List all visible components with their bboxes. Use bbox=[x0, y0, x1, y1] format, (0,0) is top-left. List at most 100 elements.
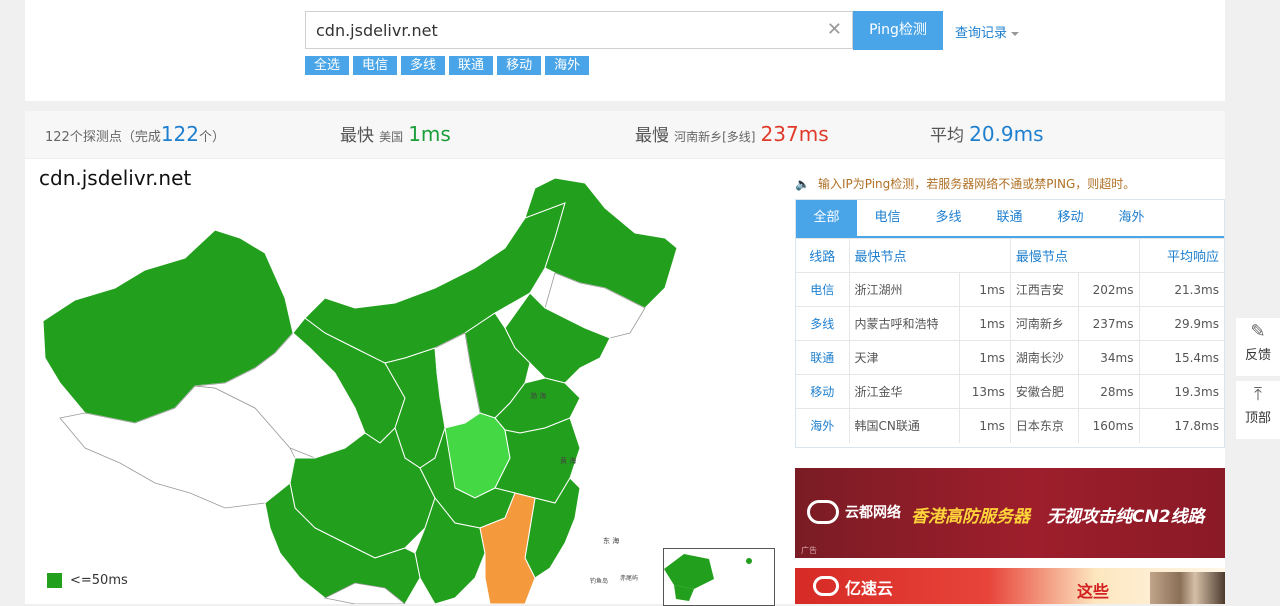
ad1-slogan-primary: 香港高防服务器 bbox=[911, 507, 1030, 527]
row-fast-node: 韩国CN联通 bbox=[849, 408, 960, 443]
probe-count-suffix: 个） bbox=[199, 130, 226, 145]
map-title: cdn.jsdelivr.net bbox=[39, 166, 192, 190]
row-line[interactable]: 联通 bbox=[796, 340, 850, 375]
island-label-2: 赤尾屿 bbox=[620, 574, 638, 582]
filter-unicom[interactable]: 联通 bbox=[449, 56, 494, 75]
row-fast-node: 浙江金华 bbox=[849, 374, 960, 409]
row-avg: 17.8ms bbox=[1139, 408, 1224, 443]
probe-count: 122个探测点（完成122个） bbox=[45, 111, 225, 158]
row-slow-node: 河南新乡 bbox=[1010, 306, 1080, 341]
ad-label: 广告 bbox=[801, 546, 817, 555]
row-slow-ms: 28ms bbox=[1078, 374, 1140, 409]
isp-filters: 全选 电信 多线 联通 移动 海外 bbox=[305, 56, 590, 75]
china-latency-map: 渤 海 黄 海 东 海 钓鱼岛 赤尾屿 bbox=[42, 177, 678, 604]
filter-multiline[interactable]: 多线 bbox=[401, 56, 446, 75]
tab-overseas[interactable]: 海外 bbox=[1101, 200, 1162, 236]
sea-label-donghai: 东 海 bbox=[603, 536, 619, 545]
row-line[interactable]: 移动 bbox=[796, 374, 850, 409]
row-fast-node: 内蒙古呼和浩特 bbox=[849, 306, 960, 341]
row-fast-node: 浙江湖州 bbox=[849, 272, 960, 307]
feedback-button[interactable]: ✎ 反馈 bbox=[1236, 318, 1280, 376]
south-china-sea-inset bbox=[663, 548, 775, 606]
results-table: 线路 最快节点 最慢节点 平均响应 电信 浙江湖州 1ms 江西吉安 202ms… bbox=[796, 238, 1224, 443]
row-slow-ms: 34ms bbox=[1078, 340, 1140, 375]
back-to-top-button[interactable]: ⤒ 顶部 bbox=[1236, 381, 1280, 439]
row-slow-node: 湖南长沙 bbox=[1010, 340, 1080, 375]
tab-telecom[interactable]: 电信 bbox=[857, 200, 918, 236]
filter-all[interactable]: 全选 bbox=[305, 56, 350, 75]
ad1-brand: 云都网络 bbox=[845, 505, 901, 521]
cloud-logo-icon bbox=[807, 500, 839, 524]
probe-count-prefix: 122个探测点（完成 bbox=[45, 130, 161, 145]
row-slow-node: 日本东京 bbox=[1010, 408, 1080, 443]
fastest-stat: 最快 美国 1ms bbox=[340, 111, 451, 158]
row-fast-ms: 13ms bbox=[959, 374, 1011, 409]
tab-all[interactable]: 全部 bbox=[796, 200, 857, 236]
table-row: 移动 浙江金华 13ms 安徽合肥 28ms 19.3ms bbox=[796, 374, 1224, 409]
row-fast-ms: 1ms bbox=[959, 340, 1011, 375]
row-avg: 21.3ms bbox=[1139, 272, 1224, 307]
speaker-icon: 🔈 bbox=[795, 177, 810, 191]
table-row: 电信 浙江湖州 1ms 江西吉安 202ms 21.3ms bbox=[796, 272, 1224, 307]
line-tabs: 全部 电信 多线 联通 移动 海外 bbox=[796, 200, 1224, 238]
chevron-down-icon bbox=[1011, 31, 1020, 36]
cloud-logo-icon bbox=[813, 576, 839, 596]
row-slow-node: 安徽合肥 bbox=[1010, 374, 1080, 409]
header-fastest: 最快节点 bbox=[849, 238, 1011, 273]
inset-taiwan bbox=[746, 558, 752, 564]
ad-banner-yisu[interactable]: 亿速云 这些 bbox=[795, 568, 1225, 604]
arrow-up-icon: ⤒ bbox=[1254, 384, 1262, 405]
row-slow-ms: 160ms bbox=[1078, 408, 1140, 443]
slowest-location: 河南新乡[多线] bbox=[674, 130, 756, 144]
row-slow-ms: 202ms bbox=[1078, 272, 1140, 307]
header-average: 平均响应 bbox=[1139, 238, 1224, 273]
sea-label-bohai: 渤 海 bbox=[530, 391, 546, 400]
row-slow-ms: 237ms bbox=[1078, 306, 1140, 341]
legend-label: <=50ms bbox=[70, 573, 128, 588]
inset-map bbox=[664, 554, 752, 601]
search-input[interactable] bbox=[306, 12, 826, 48]
filter-overseas[interactable]: 海外 bbox=[545, 56, 590, 75]
row-line[interactable]: 多线 bbox=[796, 306, 850, 341]
row-line[interactable]: 海外 bbox=[796, 408, 850, 443]
row-avg: 19.3ms bbox=[1139, 374, 1224, 409]
table-row: 海外 韩国CN联通 1ms 日本东京 160ms 17.8ms bbox=[796, 408, 1224, 443]
row-fast-ms: 1ms bbox=[959, 408, 1011, 443]
tab-multiline[interactable]: 多线 bbox=[918, 200, 979, 236]
fastest-value: 1ms bbox=[408, 122, 451, 146]
average-value: 20.9ms bbox=[969, 122, 1044, 146]
results-card: 122个探测点（完成122个） 最快 美国 1ms 最慢 河南新乡[多线] 23… bbox=[25, 111, 1225, 606]
average-stat: 平均 20.9ms bbox=[930, 111, 1044, 158]
fastest-location: 美国 bbox=[379, 130, 404, 144]
row-fast-node: 天津 bbox=[849, 340, 960, 375]
close-icon[interactable]: ✕ bbox=[827, 20, 842, 40]
filter-mobile[interactable]: 移动 bbox=[497, 56, 542, 75]
map-legend: <=50ms bbox=[47, 573, 128, 588]
notice-message: 输入IP为Ping检测，若服务器网络不通或禁PING，则超时。 bbox=[817, 177, 1136, 191]
stats-bar: 122个探测点（完成122个） 最快 美国 1ms 最慢 河南新乡[多线] 23… bbox=[25, 111, 1225, 159]
table-row: 多线 内蒙古呼和浩特 1ms 河南新乡 237ms 29.9ms bbox=[796, 306, 1224, 341]
average-label: 平均 bbox=[930, 126, 964, 146]
search-box: ✕ bbox=[305, 11, 853, 49]
history-label: 查询记录 bbox=[955, 26, 1008, 41]
island-label: 钓鱼岛 bbox=[590, 577, 608, 585]
row-fast-ms: 1ms bbox=[959, 306, 1011, 341]
ad2-text: 这些 bbox=[1077, 582, 1110, 601]
row-avg: 15.4ms bbox=[1139, 340, 1224, 375]
inset-land bbox=[664, 554, 714, 589]
ad1-slogan-secondary: 无视攻击纯CN2线路 bbox=[1047, 507, 1205, 527]
edit-icon: ✎ bbox=[1250, 321, 1266, 342]
filter-telecom[interactable]: 电信 bbox=[353, 56, 398, 75]
tab-mobile[interactable]: 移动 bbox=[1040, 200, 1101, 236]
slowest-value: 237ms bbox=[760, 122, 829, 146]
ping-button[interactable]: Ping检测 bbox=[853, 11, 943, 50]
ad-banner-yundu[interactable]: 云都网络 香港高防服务器 无视攻击纯CN2线路 广告 bbox=[795, 468, 1225, 558]
table-header: 线路 最快节点 最慢节点 平均响应 bbox=[796, 238, 1224, 273]
slowest-label: 最慢 bbox=[635, 126, 669, 146]
tab-unicom[interactable]: 联通 bbox=[979, 200, 1040, 236]
ad2-brand: 亿速云 bbox=[845, 579, 894, 598]
row-line[interactable]: 电信 bbox=[796, 272, 850, 307]
feedback-label: 反馈 bbox=[1244, 348, 1271, 363]
fastest-label: 最快 bbox=[340, 126, 374, 146]
history-link[interactable]: 查询记录 bbox=[955, 22, 1020, 41]
